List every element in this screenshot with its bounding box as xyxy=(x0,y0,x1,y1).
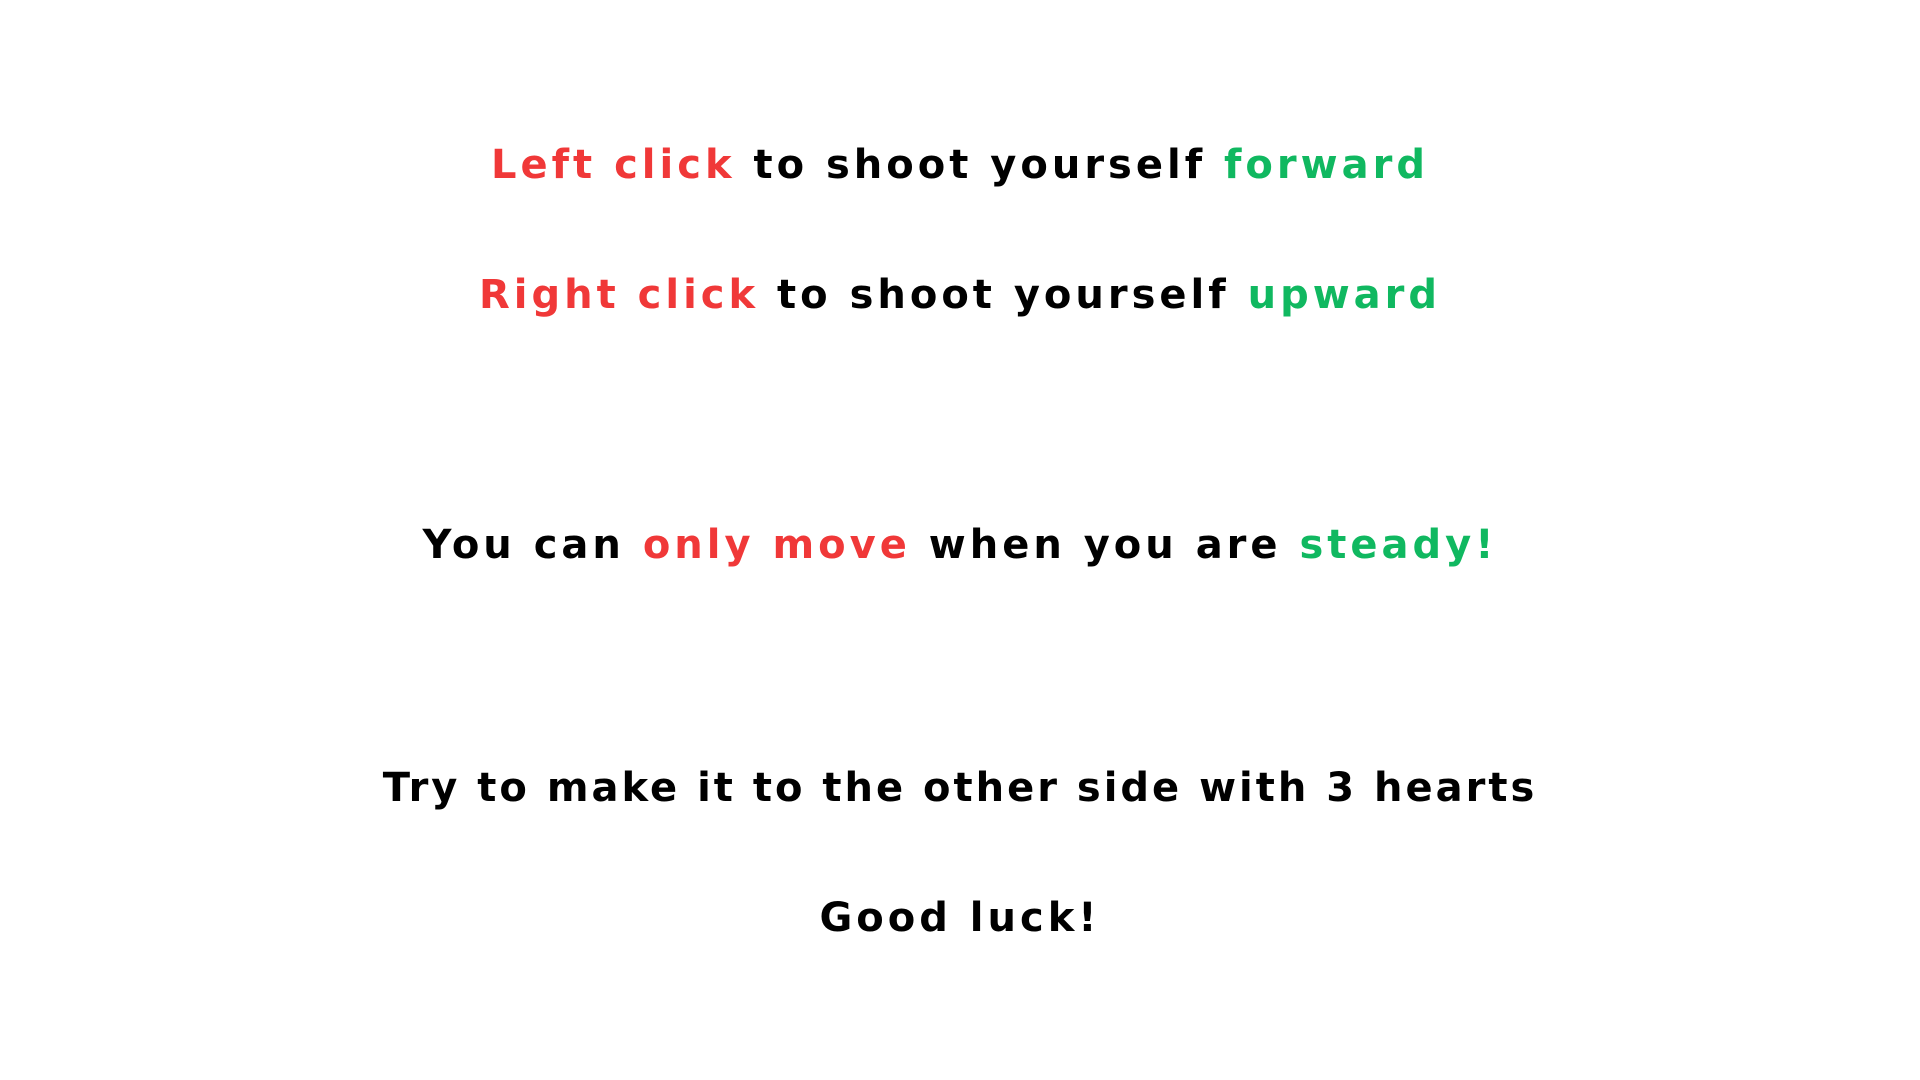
good-luck-text: Good luck! xyxy=(819,895,1101,941)
upward-label: upward xyxy=(1247,272,1442,318)
goal-text: Try to make it to the other side with 3 … xyxy=(382,765,1538,811)
instruction-steady-rule: You can only move when you are steady! xyxy=(0,495,1920,595)
instruction-right-click: Right click to shoot yourself upward xyxy=(0,245,1920,345)
instruction-left-click: Left click to shoot yourself forward xyxy=(0,115,1920,215)
good-luck-message: Good luck! xyxy=(0,868,1920,968)
right-click-label: Right click xyxy=(478,272,760,318)
steady-label: steady! xyxy=(1299,522,1498,568)
instruction-goal: Try to make it to the other side with 3 … xyxy=(0,738,1920,838)
instructions-screen: Left click to shoot yourself forward Rig… xyxy=(0,0,1920,1080)
steady-rule-start: You can xyxy=(422,522,643,568)
only-move-label: only move xyxy=(642,522,911,568)
steady-rule-middle: when you are xyxy=(910,522,1300,568)
left-click-description: to shoot yourself xyxy=(735,142,1225,188)
right-click-description: to shoot yourself xyxy=(759,272,1248,318)
forward-label: forward xyxy=(1224,142,1429,188)
left-click-label: Left click xyxy=(491,142,736,188)
